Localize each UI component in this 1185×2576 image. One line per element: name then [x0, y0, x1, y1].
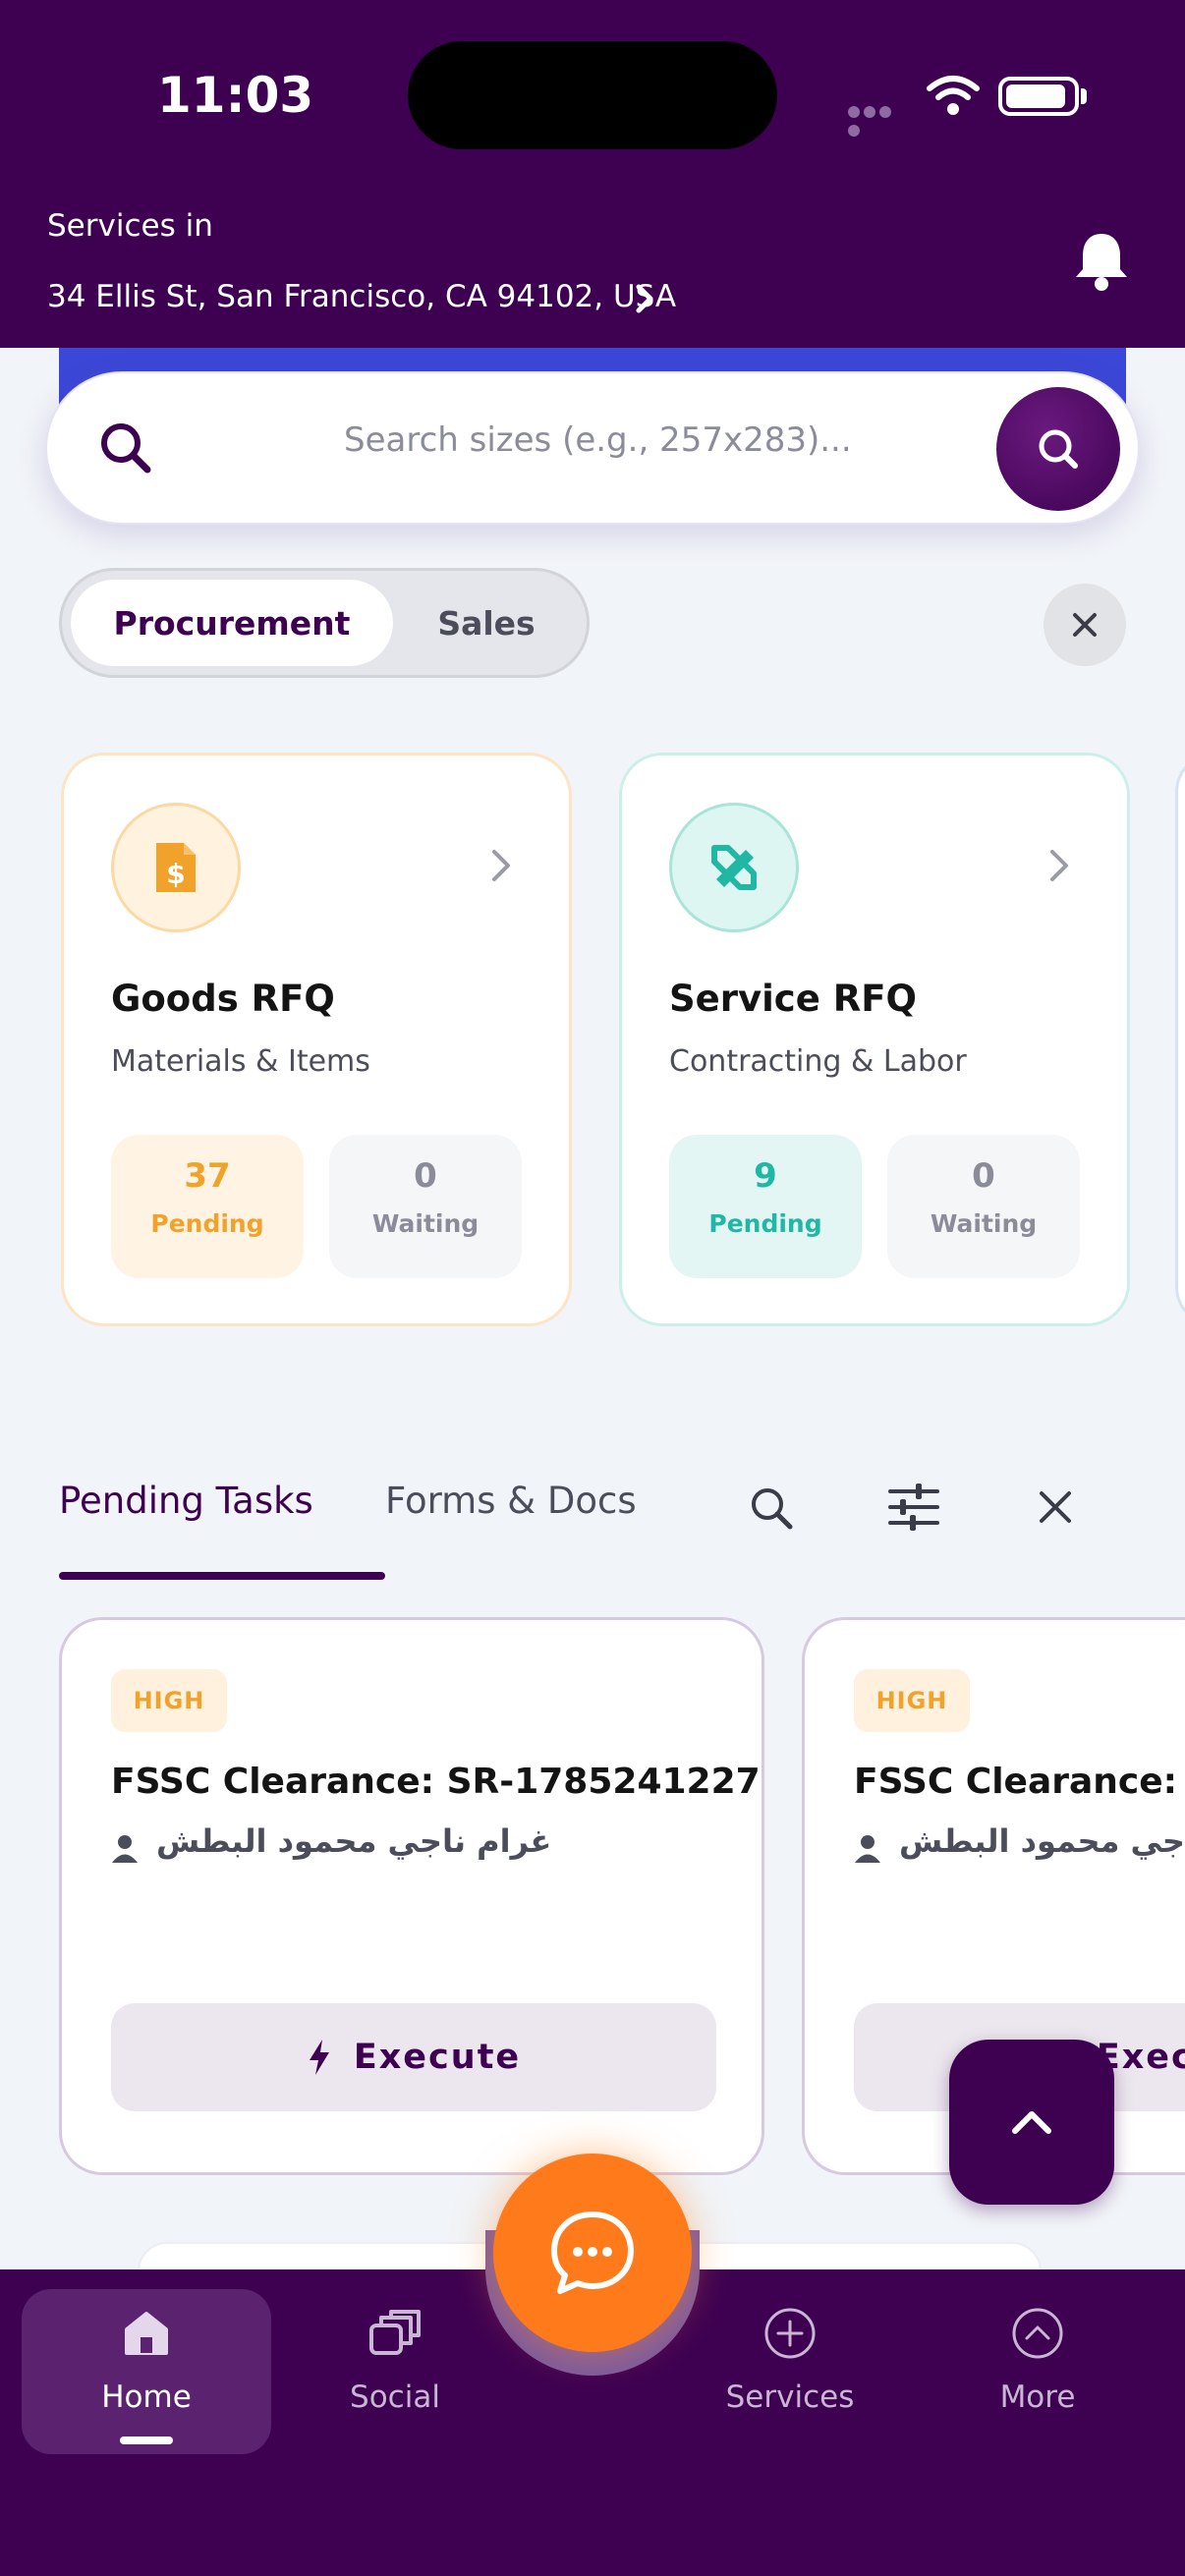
- task-assignee: غرام ناجي محمود البطش: [899, 1822, 1185, 1860]
- card-subtitle: Materials & Items: [111, 1044, 370, 1079]
- chevron-up-icon: [1012, 2111, 1051, 2134]
- chat-fab-button[interactable]: [493, 2154, 692, 2352]
- waiting-count: 0: [972, 1156, 995, 1196]
- pending-label: Pending: [150, 1209, 264, 1238]
- close-icon[interactable]: [1034, 1485, 1077, 1533]
- waiting-label: Waiting: [371, 1209, 480, 1238]
- status-time: 11:03: [157, 67, 314, 124]
- goods-rfq-card[interactable]: $ Goods RFQ Materials & Items 37 Pending…: [61, 753, 572, 1326]
- tab-pending-tasks[interactable]: Pending Tasks: [59, 1480, 313, 1522]
- notification-bell-icon[interactable]: [1071, 228, 1132, 297]
- nav-label: Home: [101, 2380, 192, 2415]
- task-title: FSSC Clearance: SR-1785241227: [111, 1762, 761, 1802]
- tab-forms-docs[interactable]: Forms & Docs: [385, 1480, 637, 1522]
- pending-count: 9: [754, 1156, 777, 1196]
- scroll-to-top-button[interactable]: [949, 2040, 1114, 2205]
- dynamic-island: [408, 41, 777, 149]
- priority-badge: HIGH: [111, 1669, 227, 1732]
- svg-text:$: $: [166, 858, 185, 890]
- nav-item-more[interactable]: More: [930, 2299, 1146, 2446]
- nav-label: Services: [725, 2380, 855, 2415]
- lightning-icon: [309, 2040, 329, 2075]
- service-rfq-card[interactable]: Service RFQ Contracting & Labor 9 Pendin…: [619, 753, 1130, 1326]
- nav-label: More: [999, 2380, 1076, 2415]
- plus-circle-icon: [682, 2299, 898, 2368]
- nav-label: Social: [350, 2380, 440, 2415]
- waiting-label: Waiting: [930, 1209, 1038, 1238]
- task-card[interactable]: HIGH FSSC Clearance: SR-1785241227 غرام …: [59, 1617, 764, 2175]
- segment-sales[interactable]: Sales: [393, 580, 580, 666]
- wifi-icon: [926, 75, 981, 120]
- social-cards-icon: [287, 2299, 503, 2368]
- filter-sliders-icon[interactable]: [886, 1482, 941, 1537]
- card-subtitle: Contracting & Labor: [669, 1044, 967, 1079]
- search-icon: [1039, 429, 1078, 469]
- task-assignee: غرام ناجي محمود البطش: [156, 1822, 552, 1860]
- search-input[interactable]: Search sizes (e.g., 257x283)...: [344, 420, 852, 460]
- card-title: Goods RFQ: [111, 978, 335, 1020]
- card-title: Service RFQ: [669, 978, 917, 1020]
- search-button[interactable]: [996, 387, 1120, 511]
- segment-procurement[interactable]: Procurement: [71, 580, 393, 666]
- cellular-signal-icon: [848, 103, 907, 137]
- nav-item-social[interactable]: Social: [287, 2299, 503, 2446]
- waiting-stat[interactable]: 0 Waiting: [887, 1135, 1080, 1278]
- task-title: FSSC Clearance: SR-1785241227: [854, 1762, 1185, 1802]
- invoice-dollar-icon: $: [111, 803, 241, 932]
- pending-stat[interactable]: 37 Pending: [111, 1135, 304, 1278]
- home-icon: [38, 2299, 254, 2368]
- chevron-right-icon[interactable]: [629, 279, 662, 322]
- active-tab-indicator: [59, 1572, 385, 1580]
- next-rfq-card-peek[interactable]: [1175, 753, 1185, 1326]
- pending-label: Pending: [708, 1209, 822, 1238]
- chevron-up-circle-icon: [930, 2299, 1146, 2368]
- close-icon: [1073, 613, 1097, 637]
- chevron-right-icon: [1044, 846, 1074, 889]
- execute-label: Execute: [353, 2038, 522, 2077]
- services-in-label: Services in: [47, 208, 213, 244]
- search-icon: [94, 417, 157, 483]
- active-nav-indicator: [120, 2436, 173, 2444]
- priority-badge: HIGH: [854, 1669, 970, 1732]
- chat-bubble-icon: [551, 2212, 634, 2294]
- location-address[interactable]: 34 Ellis St, San Francisco, CA 94102, US…: [47, 279, 676, 314]
- pending-stat[interactable]: 9 Pending: [669, 1135, 862, 1278]
- nav-item-home[interactable]: Home: [38, 2299, 254, 2446]
- person-icon: [854, 1834, 881, 1868]
- nav-item-services[interactable]: Services: [682, 2299, 898, 2446]
- ruler-pencil-icon: [669, 803, 799, 932]
- pending-count: 37: [184, 1156, 231, 1196]
- chevron-right-icon: [486, 846, 516, 889]
- execute-button[interactable]: Execute: [111, 2003, 716, 2111]
- waiting-stat[interactable]: 0 Waiting: [329, 1135, 522, 1278]
- battery-icon: [998, 77, 1079, 116]
- waiting-count: 0: [414, 1156, 437, 1196]
- search-icon[interactable]: [747, 1484, 796, 1537]
- close-button[interactable]: [1044, 584, 1126, 666]
- battery-tip: [1081, 88, 1087, 104]
- person-icon: [111, 1834, 139, 1868]
